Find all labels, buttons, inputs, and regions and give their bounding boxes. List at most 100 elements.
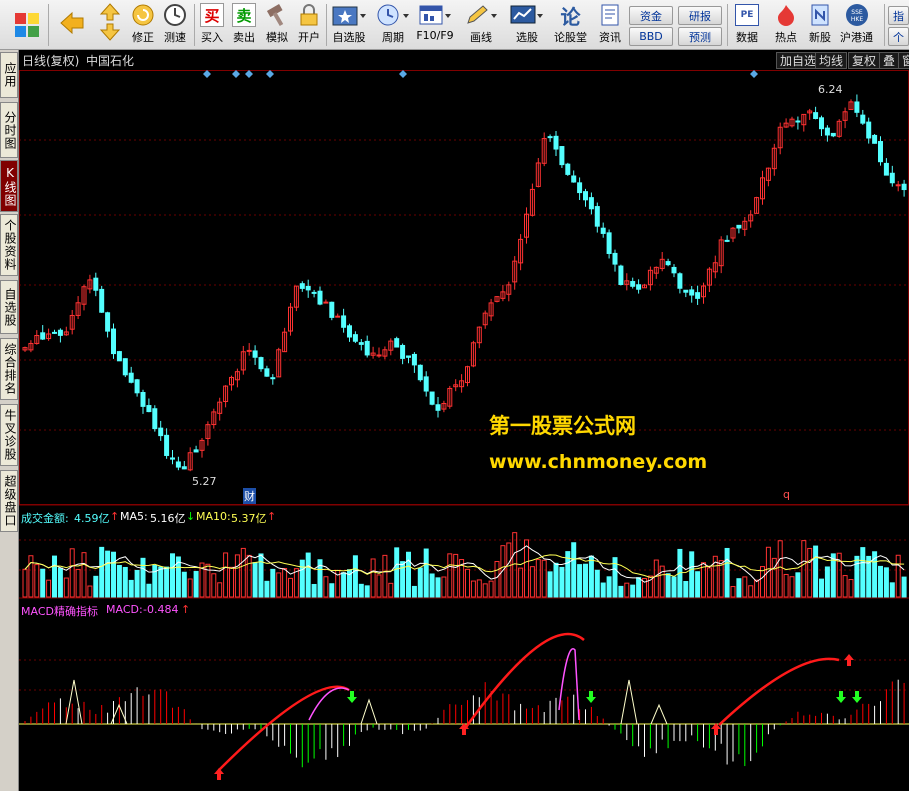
event-marker-icon[interactable] (232, 70, 240, 78)
event-marker-icon[interactable] (399, 70, 407, 78)
individual-button[interactable]: 个 (888, 27, 909, 46)
buy-button[interactable]: 买 买入 (198, 2, 226, 48)
ipo-button[interactable]: 新股 (806, 2, 834, 48)
tab-super-quote[interactable]: 超级盘口 (0, 470, 18, 532)
candle-body (819, 117, 824, 130)
add-watch-tab[interactable]: 加自选 (776, 52, 821, 69)
self-select-button[interactable]: 自选股 (330, 2, 368, 48)
kline-chart[interactable] (19, 50, 909, 791)
tab-ranking[interactable]: 综合排名 (0, 338, 18, 400)
modify-button[interactable]: 修正 (129, 2, 157, 48)
finance-marker[interactable]: 财 (243, 488, 256, 504)
news-button[interactable]: 资讯 (596, 2, 624, 48)
simulate-button[interactable]: 模拟 (263, 2, 291, 48)
ma5-label: MA5: (120, 510, 148, 523)
sell-signal-arrow-icon[interactable] (836, 691, 846, 703)
candle-body (335, 315, 341, 318)
tab-stock-profile[interactable]: 个股资料 (0, 214, 18, 276)
candle-body (577, 182, 583, 194)
volume-bar (99, 546, 105, 598)
volume-bar (683, 580, 689, 598)
volume-bar (624, 582, 630, 598)
volume-bar (417, 567, 423, 598)
back-arrow-icon (60, 11, 84, 35)
forecast-button[interactable]: 预测 (678, 27, 722, 46)
volume-bar (164, 566, 170, 598)
fund-button[interactable]: 资金 (629, 6, 673, 25)
candle-body (111, 328, 116, 355)
speed-test-label: 测速 (164, 31, 186, 44)
candle-body (435, 404, 441, 411)
candle-body (636, 284, 642, 290)
candle-body (122, 358, 128, 376)
hot-button[interactable]: 热点 (772, 2, 800, 48)
candle-body (878, 141, 883, 163)
q-marker[interactable]: q (783, 488, 790, 501)
page-up-down[interactable] (97, 2, 123, 48)
candle-body (795, 120, 801, 123)
volume-value: 4.59亿 (74, 512, 110, 525)
volume-bar (748, 585, 754, 598)
event-marker-icon[interactable] (245, 70, 253, 78)
candle-body (40, 332, 46, 340)
candle-body (630, 281, 636, 287)
event-marker-icon[interactable] (750, 70, 758, 78)
ma-tab[interactable]: 均线 (815, 52, 848, 69)
volume-bar (470, 580, 476, 598)
event-marker-icon[interactable] (266, 70, 274, 78)
candle-body (417, 364, 423, 381)
hk-connect-button[interactable]: SSE HKE 沪港通 (840, 2, 873, 48)
tab-watchlist[interactable]: 自选股 (0, 280, 18, 334)
draw-line-button[interactable]: 画线 (462, 2, 500, 48)
period-label: 周期 (382, 31, 404, 44)
volume-bar (382, 554, 388, 598)
tab-diagnosis[interactable]: 牛叉诊股 (0, 404, 18, 466)
candle-body (553, 135, 559, 150)
tab-kline[interactable]: K线图 (0, 160, 18, 212)
volume-bar (388, 582, 394, 598)
window-tab[interactable]: 窗 (898, 52, 909, 69)
period-button[interactable]: 周期 (374, 2, 412, 48)
candle-body (93, 277, 99, 291)
buy-signal-arrow-icon[interactable] (214, 768, 224, 780)
open-account-button[interactable]: 开户 (295, 2, 323, 48)
stock-pick-button[interactable]: 选股 (508, 2, 546, 48)
sell-signal-arrow-icon[interactable] (586, 691, 596, 703)
volume-bar (848, 579, 854, 598)
ma5-value: 5.16亿 (150, 512, 186, 525)
bbd-button[interactable]: BBD (629, 27, 673, 46)
app-logo-icon[interactable] (12, 2, 42, 48)
sell-signal-arrow-icon[interactable] (852, 691, 862, 703)
adjust-tab[interactable]: 复权 (848, 52, 881, 69)
volume-bar (883, 567, 889, 598)
volume-bar (111, 551, 116, 598)
back-button[interactable] (58, 2, 86, 48)
candle-body (299, 283, 305, 289)
candle-body (565, 163, 571, 175)
tab-apps[interactable]: 应用 (0, 52, 18, 98)
volume-bar (901, 576, 907, 598)
data-button[interactable]: PE 数据 (733, 2, 761, 48)
candle-body (329, 301, 335, 318)
overlay-tab[interactable]: 叠 (879, 52, 900, 69)
volume-bar (122, 566, 128, 598)
volume-bar (429, 573, 435, 598)
volume-bar (288, 577, 293, 598)
sell-signal-arrow-icon[interactable] (347, 691, 357, 703)
volume-bar (577, 564, 583, 598)
sell-button[interactable]: 卖 卖出 (230, 2, 258, 48)
index-button[interactable]: 指 (888, 6, 909, 25)
f10-button[interactable]: F10/F9 (416, 2, 454, 48)
volume-bar (270, 568, 276, 598)
speed-test-button[interactable]: 测速 (161, 2, 189, 48)
forum-button[interactable]: 论 论股堂 (554, 2, 587, 48)
research-button[interactable]: 研报 (678, 6, 722, 25)
tab-timeshare[interactable]: 分时图 (0, 102, 18, 158)
volume-bar (311, 583, 317, 598)
volume-bar (518, 567, 524, 598)
volume-bar (524, 539, 529, 598)
volume-bar (541, 559, 547, 598)
event-marker-icon[interactable] (203, 70, 211, 78)
buy-signal-arrow-icon[interactable] (844, 654, 854, 666)
candle-body (583, 191, 588, 201)
